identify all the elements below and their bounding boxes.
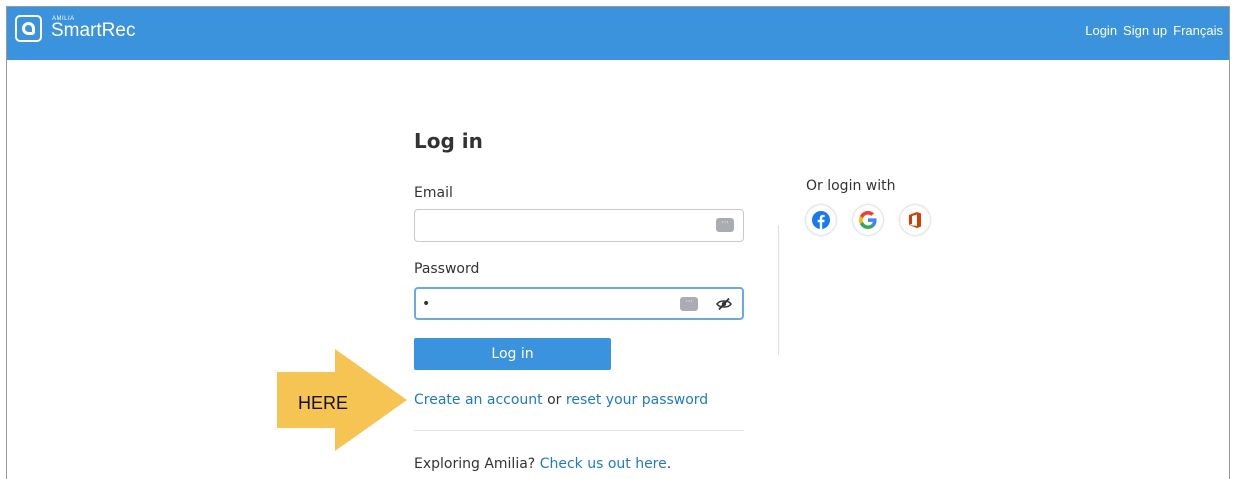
header-nav: Login Sign up Français — [1085, 23, 1223, 38]
horizontal-divider — [414, 430, 744, 431]
browser-page: AMILIA SmartRec Login Sign up Français L… — [6, 6, 1230, 479]
amilia-logo-icon[interactable] — [15, 15, 42, 42]
office-login-button[interactable] — [900, 205, 930, 235]
google-login-button[interactable] — [853, 205, 883, 235]
explore-suffix: . — [666, 456, 672, 472]
here-annotation-label: HERE — [298, 393, 349, 413]
explore-amilia-text: Exploring Amilia? Check us out here. — [414, 456, 671, 472]
google-icon — [859, 211, 877, 229]
check-us-out-link[interactable]: Check us out here — [540, 456, 667, 472]
top-navigation-bar: AMILIA SmartRec Login Sign up Français — [7, 7, 1229, 60]
password-value: • — [422, 296, 431, 312]
email-field[interactable]: ··· — [414, 209, 744, 242]
social-login-title: Or login with — [806, 178, 896, 194]
email-label: Email — [414, 185, 453, 201]
explore-prefix: Exploring Amilia? — [414, 456, 536, 472]
vertical-divider — [778, 225, 779, 355]
hide-password-eye-icon[interactable] — [716, 296, 732, 312]
facebook-login-button[interactable] — [806, 205, 836, 235]
reset-password-link[interactable]: reset your password — [566, 392, 708, 408]
password-manager-icon[interactable]: ··· — [680, 297, 698, 311]
password-field[interactable]: • ··· — [414, 287, 744, 320]
facebook-icon — [812, 211, 830, 229]
or-text: or — [547, 392, 562, 408]
account-links: Create an account or reset your password — [414, 392, 708, 408]
create-account-link[interactable]: Create an account — [414, 392, 543, 408]
nav-signup-link[interactable]: Sign up — [1123, 23, 1167, 38]
page-title: Log in — [414, 129, 483, 153]
login-submit-button[interactable]: Log in — [414, 338, 611, 370]
nav-language-link[interactable]: Français — [1173, 23, 1223, 38]
password-label: Password — [414, 261, 480, 277]
password-manager-icon[interactable]: ··· — [716, 218, 734, 232]
office-icon — [909, 212, 921, 228]
nav-login-link[interactable]: Login — [1085, 23, 1117, 38]
brand-name[interactable]: SmartRec — [51, 20, 135, 42]
